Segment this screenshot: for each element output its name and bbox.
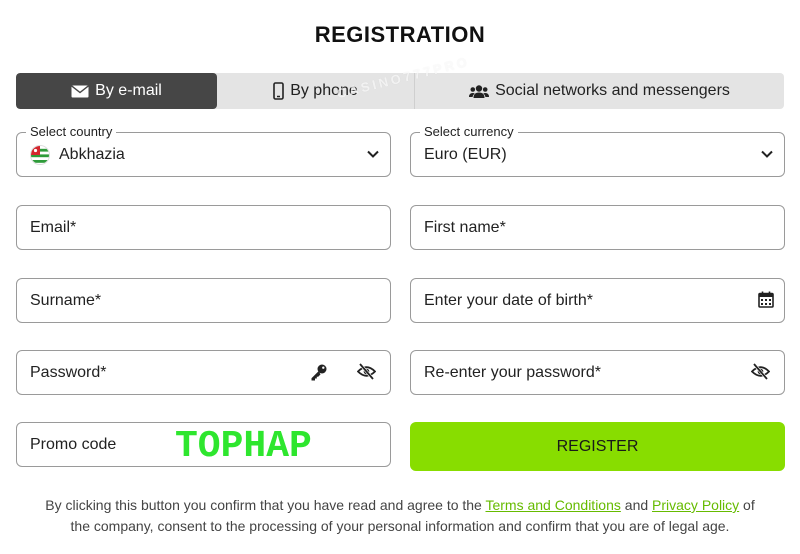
date-of-birth-field[interactable]: Enter your date of birth* (410, 278, 785, 323)
disclaimer-part: and (620, 497, 653, 513)
register-button[interactable]: REGISTER (410, 422, 785, 471)
currency-value: Euro (EUR) (424, 145, 507, 163)
password-field[interactable]: Password* (16, 350, 391, 395)
eye-slash-icon[interactable] (356, 363, 377, 385)
page-title: REGISTRATION (314, 22, 486, 47)
envelope-icon (71, 84, 90, 98)
users-icon (469, 84, 490, 99)
surname-placeholder: Surname* (30, 291, 102, 309)
disclaimer-text: By clicking this button you confirm that… (40, 495, 760, 537)
surname-field[interactable]: Surname* (16, 278, 391, 323)
tab-label: Social networks and messengers (495, 82, 730, 99)
tab-social-networks[interactable]: Social networks and messengers (415, 73, 784, 109)
chevron-down-icon (760, 147, 774, 166)
promo-placeholder: Promo code (30, 435, 117, 453)
first-name-field[interactable]: First name* (410, 205, 785, 250)
tab-label: By phone (290, 82, 358, 99)
first-name-placeholder: First name* (424, 218, 506, 236)
phone-icon (273, 82, 284, 100)
tab-label: By e-mail (95, 82, 162, 99)
registration-tabs: By e-mail By phone Social networks and m… (16, 73, 784, 109)
abkhazia-flag-icon (30, 144, 50, 165)
calendar-icon[interactable] (758, 291, 774, 313)
password-repeat-field[interactable]: Re-enter your password* (410, 350, 785, 395)
email-placeholder: Email* (30, 218, 77, 236)
chevron-down-icon (366, 147, 380, 166)
terms-link[interactable]: Terms and Conditions (485, 497, 620, 513)
dob-placeholder: Enter your date of birth* (424, 291, 593, 309)
privacy-policy-link[interactable]: Privacy Policy (652, 497, 739, 513)
eye-slash-icon[interactable] (750, 363, 771, 385)
country-value: Abkhazia (59, 145, 125, 163)
disclaimer-part: By clicking this button you confirm that… (45, 497, 486, 513)
tab-by-phone[interactable]: By phone (217, 73, 415, 109)
country-select[interactable]: Select country Abkhazia (16, 125, 391, 177)
currency-legend: Select currency (420, 125, 518, 139)
currency-select[interactable]: Select currency Euro (EUR) (410, 125, 785, 177)
email-field[interactable]: Email* (16, 205, 391, 250)
tab-by-email[interactable]: By e-mail (16, 73, 217, 109)
password-placeholder: Password* (30, 363, 107, 381)
password-repeat-placeholder: Re-enter your password* (424, 363, 601, 381)
key-icon[interactable] (310, 363, 328, 386)
country-legend: Select country (26, 125, 117, 139)
promo-code-value: TOPHAP (175, 425, 312, 468)
